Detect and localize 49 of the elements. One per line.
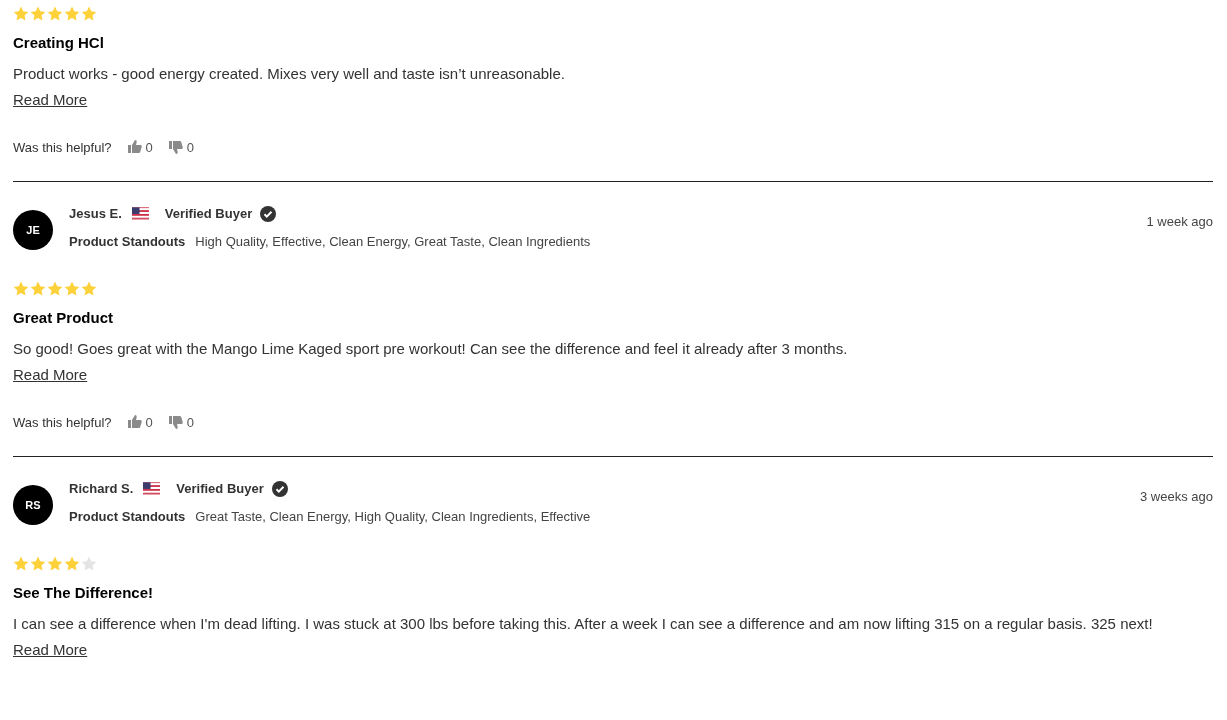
star-icon bbox=[30, 6, 46, 21]
helpful-count: 0 bbox=[145, 413, 153, 432]
verified-buyer-label: Verified Buyer bbox=[176, 480, 264, 498]
review-text: Product works - good energy created. Mixes very well and taste isn’t unreasonable. bbox=[13, 63, 566, 84]
star-icon bbox=[13, 6, 29, 21]
helpful-label: Was this helpful? bbox=[13, 413, 112, 432]
star-icon bbox=[30, 556, 46, 571]
verified-check-icon bbox=[271, 480, 288, 497]
star-icon bbox=[81, 6, 97, 21]
helpful-count: 0 bbox=[145, 138, 153, 157]
review-title: Great Product bbox=[13, 308, 115, 328]
thumbs-up-icon bbox=[127, 415, 142, 430]
avatar: JE bbox=[13, 210, 53, 250]
flag-icon bbox=[143, 482, 161, 496]
star-icon bbox=[64, 281, 80, 296]
review-date: 3 weeks ago bbox=[1140, 488, 1213, 506]
standouts-label: Product Standouts bbox=[69, 232, 186, 251]
read-more-link[interactable]: Read More bbox=[13, 363, 88, 386]
star-icon bbox=[64, 556, 80, 571]
thumbs-down-icon bbox=[168, 415, 183, 430]
review-title: Creating HCl bbox=[13, 33, 105, 53]
helpful-label: Was this helpful? bbox=[13, 138, 112, 157]
standouts-text: Great Taste, Clean Energy, High Quality, Clean Ingredients, Effective bbox=[195, 507, 591, 526]
read-more-link[interactable]: Read More bbox=[13, 88, 88, 111]
standouts-text: High Quality, Effective, Clean Energy, Great Taste, Clean Ingredients bbox=[195, 232, 591, 251]
unhelpful-count: 0 bbox=[186, 413, 194, 432]
star-icon bbox=[64, 6, 80, 21]
review-title: See The Difference! bbox=[13, 583, 155, 603]
unhelpful-count: 0 bbox=[186, 138, 194, 157]
reviewer-name: Richard S. bbox=[69, 480, 134, 498]
verified-buyer-label: Verified Buyer bbox=[164, 205, 253, 223]
thumbs-down-icon bbox=[168, 140, 183, 155]
thumbs-up-icon bbox=[127, 140, 142, 155]
star-icon bbox=[13, 281, 29, 296]
reviewer-name: Jesus E. bbox=[69, 205, 122, 223]
star-icon bbox=[81, 281, 97, 296]
read-more-link[interactable]: Read More bbox=[13, 638, 88, 661]
star-icon bbox=[13, 556, 29, 571]
avatar: RS bbox=[13, 485, 53, 525]
review-text: I can see a difference when I'm dead lifting. I was stuck at 300 lbs before taking this. After a week I can see a difference and am now lifting 315 on a regular basis. 325 next! bbox=[13, 613, 1154, 634]
review-text: So good! Goes great with the Mango Lime Kaged sport pre workout! Can see the difference and feel it already after 3 months. bbox=[13, 338, 849, 359]
star-icon bbox=[47, 556, 63, 571]
standouts-label: Product Standouts bbox=[69, 507, 186, 526]
star-icon bbox=[47, 281, 63, 296]
star-icon bbox=[47, 6, 63, 21]
review-date: 1 week ago bbox=[1146, 213, 1213, 231]
flag-icon bbox=[131, 207, 149, 221]
star-icon bbox=[30, 281, 46, 296]
verified-check-icon bbox=[260, 205, 277, 222]
